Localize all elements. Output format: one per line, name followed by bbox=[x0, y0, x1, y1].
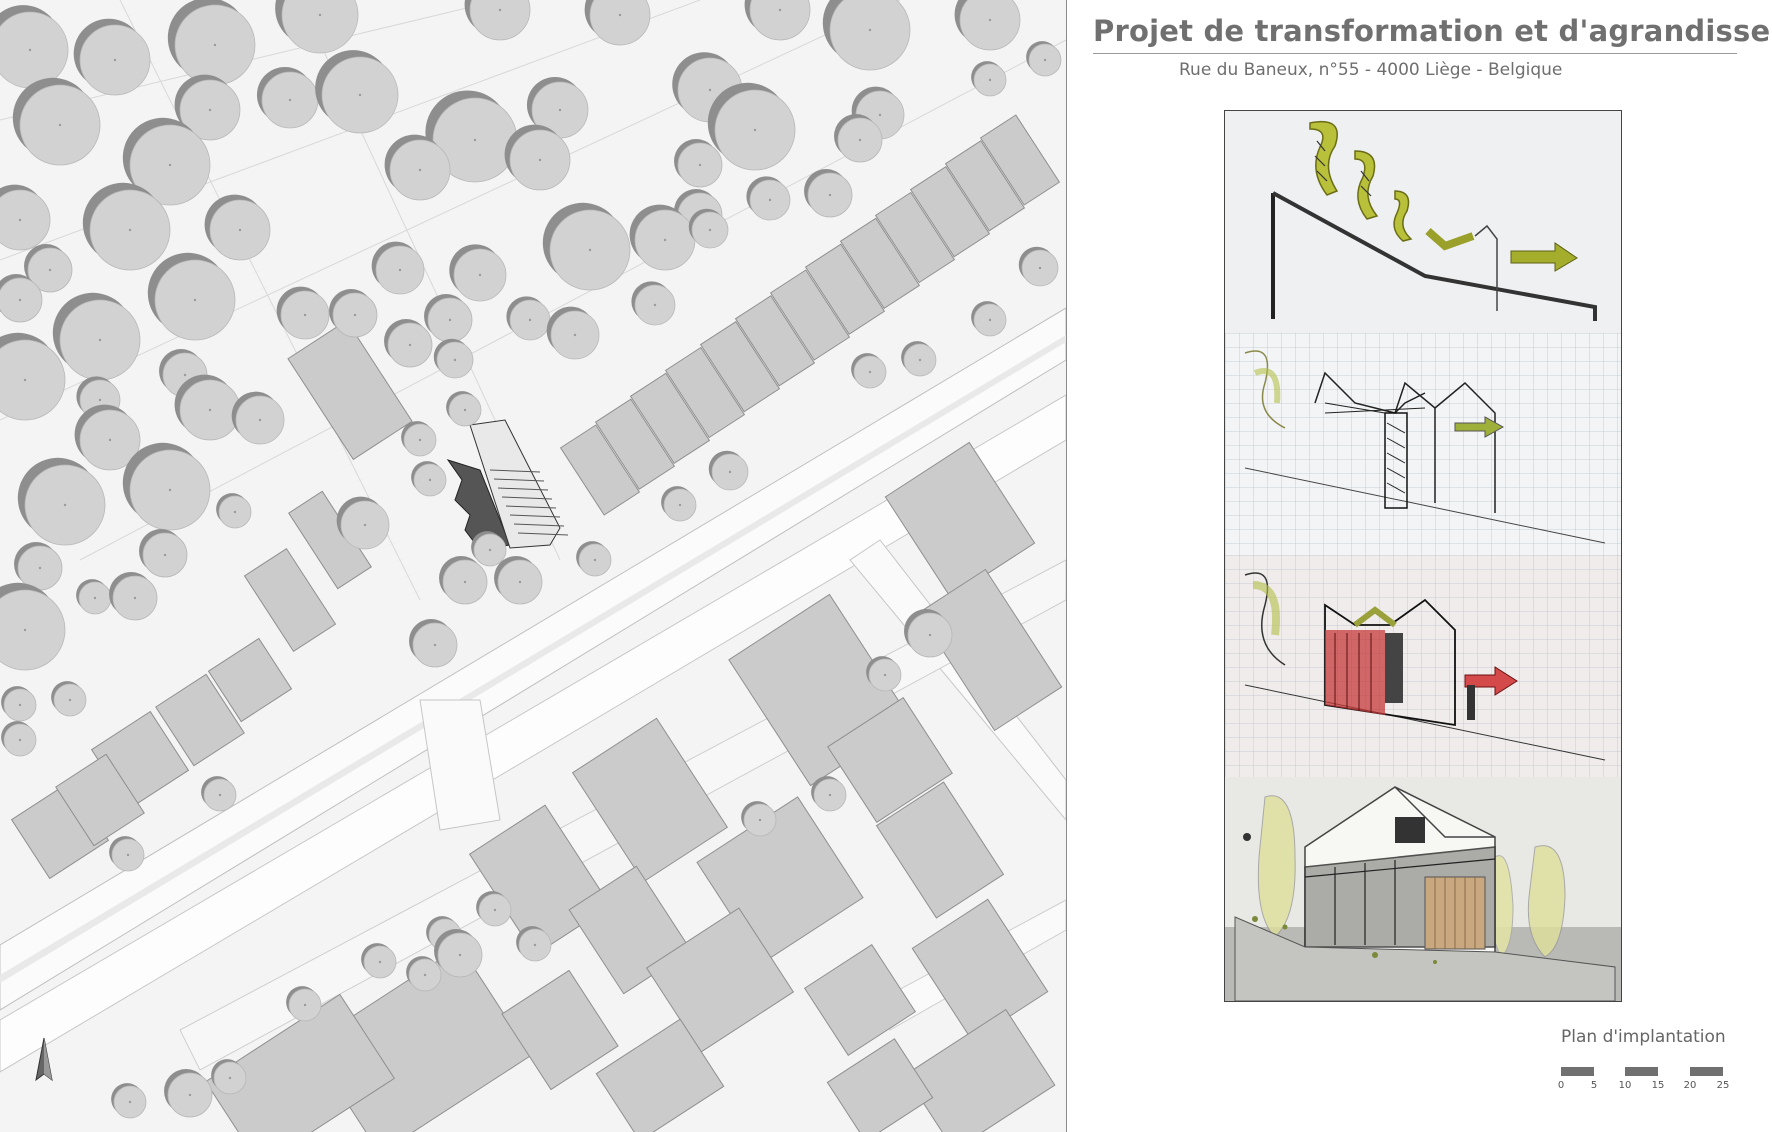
tree-icon bbox=[584, 0, 651, 46]
tree-icon bbox=[164, 1069, 213, 1118]
tree-icon bbox=[901, 341, 937, 377]
tree-icon bbox=[14, 542, 63, 591]
tree-icon bbox=[111, 1083, 147, 1119]
scale-tick-label: 10 bbox=[1618, 1080, 1632, 1091]
tree-icon bbox=[0, 582, 66, 671]
tree-icon bbox=[204, 194, 271, 261]
scale-tick-label: 0 bbox=[1557, 1080, 1565, 1091]
tree-icon bbox=[52, 292, 141, 381]
tree-icon bbox=[433, 338, 474, 379]
concept-sketch-colored-section bbox=[1225, 555, 1621, 777]
north-arrow-icon bbox=[35, 1037, 53, 1082]
tree-icon bbox=[464, 0, 531, 41]
tree-icon bbox=[167, 0, 256, 86]
tree-icon bbox=[122, 442, 211, 531]
tree-icon bbox=[446, 391, 482, 427]
tree-icon bbox=[0, 5, 69, 89]
tree-icon bbox=[216, 493, 252, 529]
project-house-footprint bbox=[446, 419, 569, 551]
scale-tick-label: 20 bbox=[1683, 1080, 1697, 1091]
tree-icon bbox=[174, 374, 241, 441]
tree-icon bbox=[275, 0, 359, 54]
tree-icon bbox=[139, 529, 188, 578]
tree-icon bbox=[1018, 246, 1059, 287]
tree-icon bbox=[506, 296, 551, 341]
tree-icon bbox=[315, 50, 399, 134]
tree-icon bbox=[954, 0, 1021, 51]
tree-icon bbox=[804, 169, 853, 218]
tree-icon bbox=[73, 18, 151, 96]
scale-segment bbox=[1561, 1067, 1594, 1076]
tree-icon bbox=[811, 776, 847, 812]
tree-icon bbox=[744, 0, 811, 41]
scale-tick-label: 15 bbox=[1651, 1080, 1665, 1091]
scale-bar: 0 5 10 15 20 25 bbox=[1557, 1064, 1757, 1104]
building-footprint bbox=[904, 1008, 1056, 1132]
project-address: Rue du Baneux, n°55 - 4000 Liège - Belgi… bbox=[1179, 60, 1563, 80]
tree-icon bbox=[424, 294, 473, 343]
tree-icon bbox=[851, 353, 887, 389]
tree-icon bbox=[17, 457, 106, 546]
tree-icon bbox=[971, 61, 1007, 97]
concept-sketch-grid-section bbox=[1225, 333, 1621, 555]
tree-icon bbox=[822, 0, 911, 71]
tree-icon bbox=[401, 421, 437, 457]
tree-icon bbox=[147, 252, 236, 341]
tree-icon bbox=[12, 77, 101, 166]
tree-icon bbox=[674, 139, 723, 188]
tree-icon bbox=[708, 450, 749, 491]
building-footprint bbox=[826, 1038, 934, 1132]
tree-icon bbox=[631, 281, 676, 326]
tree-icon bbox=[546, 306, 600, 360]
tree-icon bbox=[409, 619, 458, 668]
scale-tick-label: 25 bbox=[1716, 1080, 1730, 1091]
scale-segment bbox=[1625, 1067, 1658, 1076]
building-footprint bbox=[803, 943, 917, 1057]
tree-icon bbox=[0, 184, 51, 251]
tree-icon bbox=[661, 486, 697, 522]
tree-icon bbox=[542, 202, 631, 291]
tree-icon bbox=[384, 319, 433, 368]
tree-icon bbox=[971, 301, 1007, 337]
tree-icon bbox=[746, 176, 791, 221]
tree-icon bbox=[51, 681, 87, 717]
tree-icon bbox=[109, 836, 145, 872]
title-divider bbox=[1093, 53, 1737, 54]
tree-icon bbox=[576, 541, 612, 577]
tree-icon bbox=[1026, 41, 1062, 77]
tree-icon bbox=[276, 286, 330, 340]
page-title: Projet de transformation et d'agrandisse… bbox=[1093, 14, 1772, 48]
tree-icon bbox=[1, 721, 37, 757]
tree-icon bbox=[1, 686, 37, 722]
tree-icon bbox=[449, 244, 507, 302]
tree-icon bbox=[109, 572, 158, 621]
concept-sketch-slope-arrows bbox=[1225, 111, 1621, 333]
tree-icon bbox=[439, 556, 488, 605]
scale-tick-label: 5 bbox=[1590, 1080, 1598, 1091]
site-plan-map bbox=[0, 0, 1067, 1132]
legend-title: Plan d'implantation bbox=[1561, 1027, 1726, 1047]
tree-icon bbox=[411, 461, 447, 497]
tree-icon bbox=[494, 556, 543, 605]
info-panel: Projet de transformation et d'agrandisse… bbox=[1067, 0, 1772, 1132]
tree-icon bbox=[231, 391, 285, 445]
perspective-sketch-house bbox=[1225, 777, 1621, 1001]
site-plan-drawing bbox=[0, 0, 1066, 1132]
tree-icon bbox=[76, 579, 112, 615]
scale-segment bbox=[1690, 1067, 1723, 1076]
sketch-column bbox=[1224, 110, 1622, 1002]
tree-icon bbox=[256, 66, 319, 129]
tree-icon bbox=[201, 776, 237, 812]
